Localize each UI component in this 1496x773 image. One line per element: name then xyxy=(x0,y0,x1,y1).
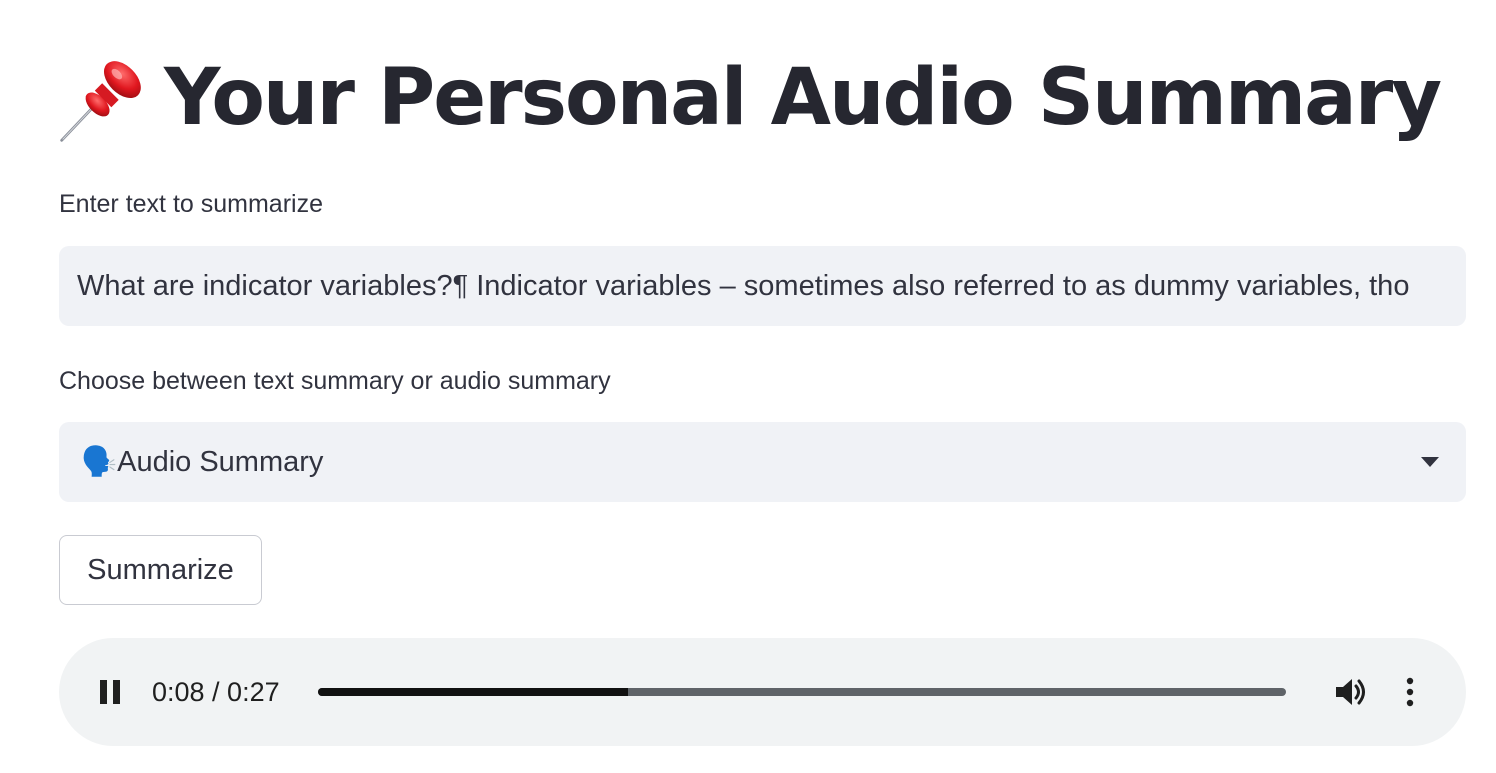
audio-player[interactable]: 0:08 / 0:27 xyxy=(59,638,1466,746)
time-readout: 0:08 / 0:27 xyxy=(152,677,280,707)
audio-progress-bar[interactable] xyxy=(318,688,1286,696)
pause-icon[interactable] xyxy=(97,678,123,706)
pushpin-icon xyxy=(60,61,141,142)
page-title: Your Personal Audio Summary xyxy=(164,53,1442,143)
summary-type-selected-value: 🗣️Audio Summary xyxy=(81,446,324,478)
text-input-label: Enter text to summarize xyxy=(59,190,323,218)
summarize-button[interactable]: Summarize xyxy=(59,535,262,605)
summary-type-select[interactable]: 🗣️Audio Summary xyxy=(59,422,1466,502)
volume-icon[interactable] xyxy=(1333,674,1369,710)
text-input-value[interactable]: What are indicator variables?¶ Indicator… xyxy=(77,270,1409,303)
summary-type-label: Choose between text summary or audio sum… xyxy=(59,367,611,395)
audio-progress-fill xyxy=(318,688,628,696)
more-options-icon[interactable] xyxy=(1404,676,1416,708)
page-header: Your Personal Audio Summary xyxy=(58,48,1442,148)
text-to-summarize-input[interactable]: What are indicator variables?¶ Indicator… xyxy=(59,246,1466,326)
chevron-down-icon[interactable] xyxy=(1420,456,1440,468)
